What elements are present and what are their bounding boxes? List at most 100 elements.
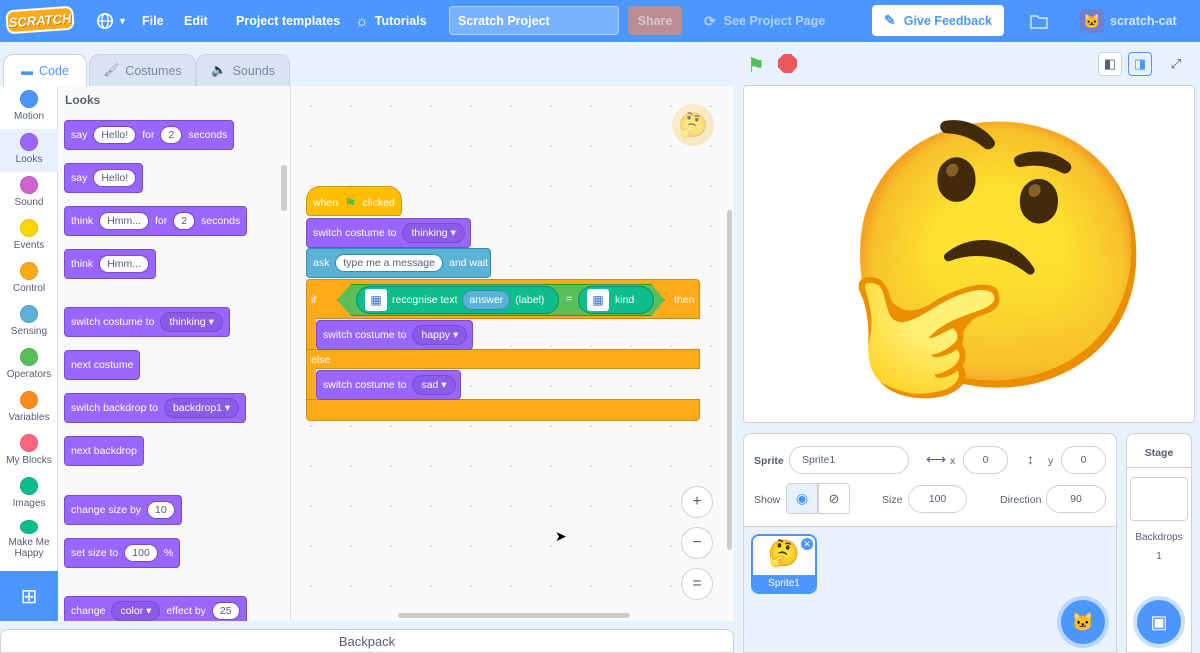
stage-canvas[interactable]: 🤔 — [743, 85, 1195, 423]
category-sensing[interactable]: Sensing — [0, 301, 58, 344]
fullscreen-button[interactable]: ⤢ — [1164, 52, 1188, 76]
block-input[interactable]: 2 — [160, 126, 183, 144]
zoom-out-button[interactable]: − — [681, 527, 713, 559]
backdrop-dropdown[interactable]: backdrop1 ▾ — [163, 398, 240, 418]
block-text: else — [311, 354, 331, 366]
switch-costume-thinking-block[interactable]: switch costume to thinking ▾ — [306, 218, 471, 248]
category-color-dot — [20, 348, 38, 366]
small-stage-button[interactable]: ◧ — [1098, 52, 1122, 76]
block-text: and wait — [448, 257, 489, 269]
block-input[interactable]: 25 — [211, 602, 240, 620]
backpack[interactable]: Backpack — [0, 629, 734, 653]
block-input[interactable]: 100 — [124, 544, 158, 562]
say-for-block[interactable]: say Hello! for 2 seconds — [64, 120, 235, 150]
y-input[interactable]: 0 — [1061, 446, 1106, 474]
category-my-blocks[interactable]: My Blocks — [0, 430, 58, 473]
category-make-me-happy[interactable]: Make Me Happy — [0, 516, 58, 559]
category-images[interactable]: Images — [0, 473, 58, 516]
costume-dropdown[interactable]: thinking ▾ — [160, 312, 223, 332]
direction-label: Direction — [1000, 494, 1042, 506]
costume-dropdown[interactable]: happy ▾ — [412, 325, 468, 345]
change-effect-block[interactable]: change color ▾ effect by 25 — [64, 596, 247, 621]
category-sound[interactable]: Sound — [0, 172, 58, 215]
effect-dropdown[interactable]: color ▾ — [111, 601, 161, 621]
block-input[interactable]: Hmm... — [99, 212, 150, 230]
workspace-vertical-scrollbar[interactable] — [727, 210, 732, 550]
show-sprite-button[interactable]: ◉ — [786, 483, 818, 514]
give-feedback-button[interactable]: ✎ Give Feedback — [872, 5, 1004, 36]
tab-costumes[interactable]: 🖌 Costumes — [89, 54, 196, 86]
pencil-icon: ✎ — [884, 12, 896, 28]
edit-menu[interactable]: Edit — [184, 0, 208, 42]
stop-icon[interactable] — [778, 54, 797, 73]
think-for-block[interactable]: think Hmm... for 2 seconds — [64, 206, 248, 236]
change-size-block[interactable]: change size by 10 — [64, 495, 182, 525]
category-operators[interactable]: Operators — [0, 344, 58, 387]
kind-reporter-block[interactable]: ▦ kind — [578, 286, 654, 314]
tab-sounds[interactable]: 🔈 Sounds — [196, 54, 290, 86]
next-costume-block[interactable]: next costume — [64, 350, 141, 380]
category-motion[interactable]: Motion — [0, 86, 58, 129]
sprite-thinking-face[interactable]: 🤔 — [834, 92, 1164, 422]
project-templates-menu[interactable]: Project templates — [236, 0, 340, 42]
block-input[interactable]: Hello! — [93, 126, 137, 144]
add-extension-button[interactable]: ⊞ — [0, 571, 58, 621]
tab-code[interactable]: ▬ Code — [3, 54, 87, 87]
backdrop-thumbnail[interactable] — [1130, 477, 1188, 521]
think-block[interactable]: think Hmm... — [64, 249, 157, 279]
zoom-in-icon: + — [692, 493, 702, 510]
direction-input[interactable]: 90 — [1046, 485, 1106, 513]
share-button[interactable]: Share — [628, 6, 682, 35]
block-input[interactable]: Hmm... — [99, 255, 150, 273]
switch-backdrop-block[interactable]: switch backdrop to backdrop1 ▾ — [64, 393, 247, 423]
file-menu[interactable]: File — [142, 0, 164, 42]
green-flag-icon[interactable]: ⚑ — [747, 53, 765, 78]
ask-and-wait-block[interactable]: ask type me a message and wait — [306, 248, 491, 278]
block-input[interactable]: 2 — [173, 212, 196, 230]
tutorials-button[interactable]: ☼ Tutorials — [355, 0, 427, 42]
recognise-text-block[interactable]: ▦ recognise text answer (label) — [356, 286, 559, 314]
sprite-name-input[interactable]: Sprite1 — [789, 446, 909, 474]
zoom-reset-button[interactable]: = — [681, 568, 713, 600]
block-text: think — [71, 215, 94, 227]
switch-costume-block[interactable]: switch costume to thinking ▾ — [64, 307, 230, 337]
scratch-logo[interactable]: SCRATCH — [5, 5, 75, 35]
add-sprite-button[interactable]: 🐱 — [1061, 600, 1105, 644]
divider — [1127, 467, 1191, 468]
palette-scrollbar[interactable] — [281, 165, 287, 211]
backdrops-label: Backdrops — [1135, 532, 1183, 543]
else-bar[interactable]: else — [306, 349, 700, 369]
x-input[interactable]: 0 — [963, 446, 1008, 474]
normal-stage-button[interactable]: ◨ — [1128, 52, 1152, 76]
switch-costume-happy-block[interactable]: switch costume to happy ▾ — [316, 320, 473, 350]
costume-dropdown[interactable]: sad ▾ — [412, 375, 456, 395]
block-text: switch backdrop to — [71, 402, 158, 414]
category-variables[interactable]: Variables — [0, 387, 58, 430]
costume-dropdown[interactable]: thinking ▾ — [402, 223, 465, 243]
size-input[interactable]: 100 — [908, 485, 967, 513]
when-flag-clicked-block[interactable]: when ⚑ clicked — [306, 186, 402, 216]
my-stuff-folder-icon[interactable] — [1030, 0, 1048, 42]
workspace-horizontal-scrollbar[interactable] — [398, 613, 630, 618]
block-input[interactable]: 10 — [147, 501, 175, 519]
ask-input[interactable]: type me a message — [335, 254, 443, 272]
category-events[interactable]: Events — [0, 215, 58, 258]
set-size-block[interactable]: set size to 100 % — [64, 538, 181, 568]
category-control[interactable]: Control — [0, 258, 58, 301]
see-project-page-button[interactable]: ⟳ See Project Page — [704, 0, 825, 42]
delete-sprite-icon[interactable]: ✕ — [800, 537, 814, 551]
backdrops-count: 1 — [1156, 551, 1162, 562]
hide-sprite-button[interactable]: ⊘ — [818, 483, 850, 514]
say-block[interactable]: say Hello! — [64, 163, 144, 193]
category-looks[interactable]: Looks — [0, 129, 58, 172]
block-text: for — [142, 129, 155, 141]
block-input[interactable]: Hello! — [93, 169, 137, 187]
next-backdrop-block[interactable]: next backdrop — [64, 436, 144, 466]
language-menu[interactable]: ▼ — [96, 0, 127, 42]
zoom-in-button[interactable]: + — [681, 486, 713, 518]
project-title-input[interactable]: Scratch Project — [449, 6, 619, 35]
account-menu[interactable]: 🐱 scratch-cat — [1080, 0, 1177, 42]
answer-reporter[interactable]: answer — [462, 290, 511, 310]
switch-costume-sad-block[interactable]: switch costume to sad ▾ — [316, 370, 461, 400]
add-backdrop-button[interactable]: ▣ — [1137, 600, 1181, 644]
